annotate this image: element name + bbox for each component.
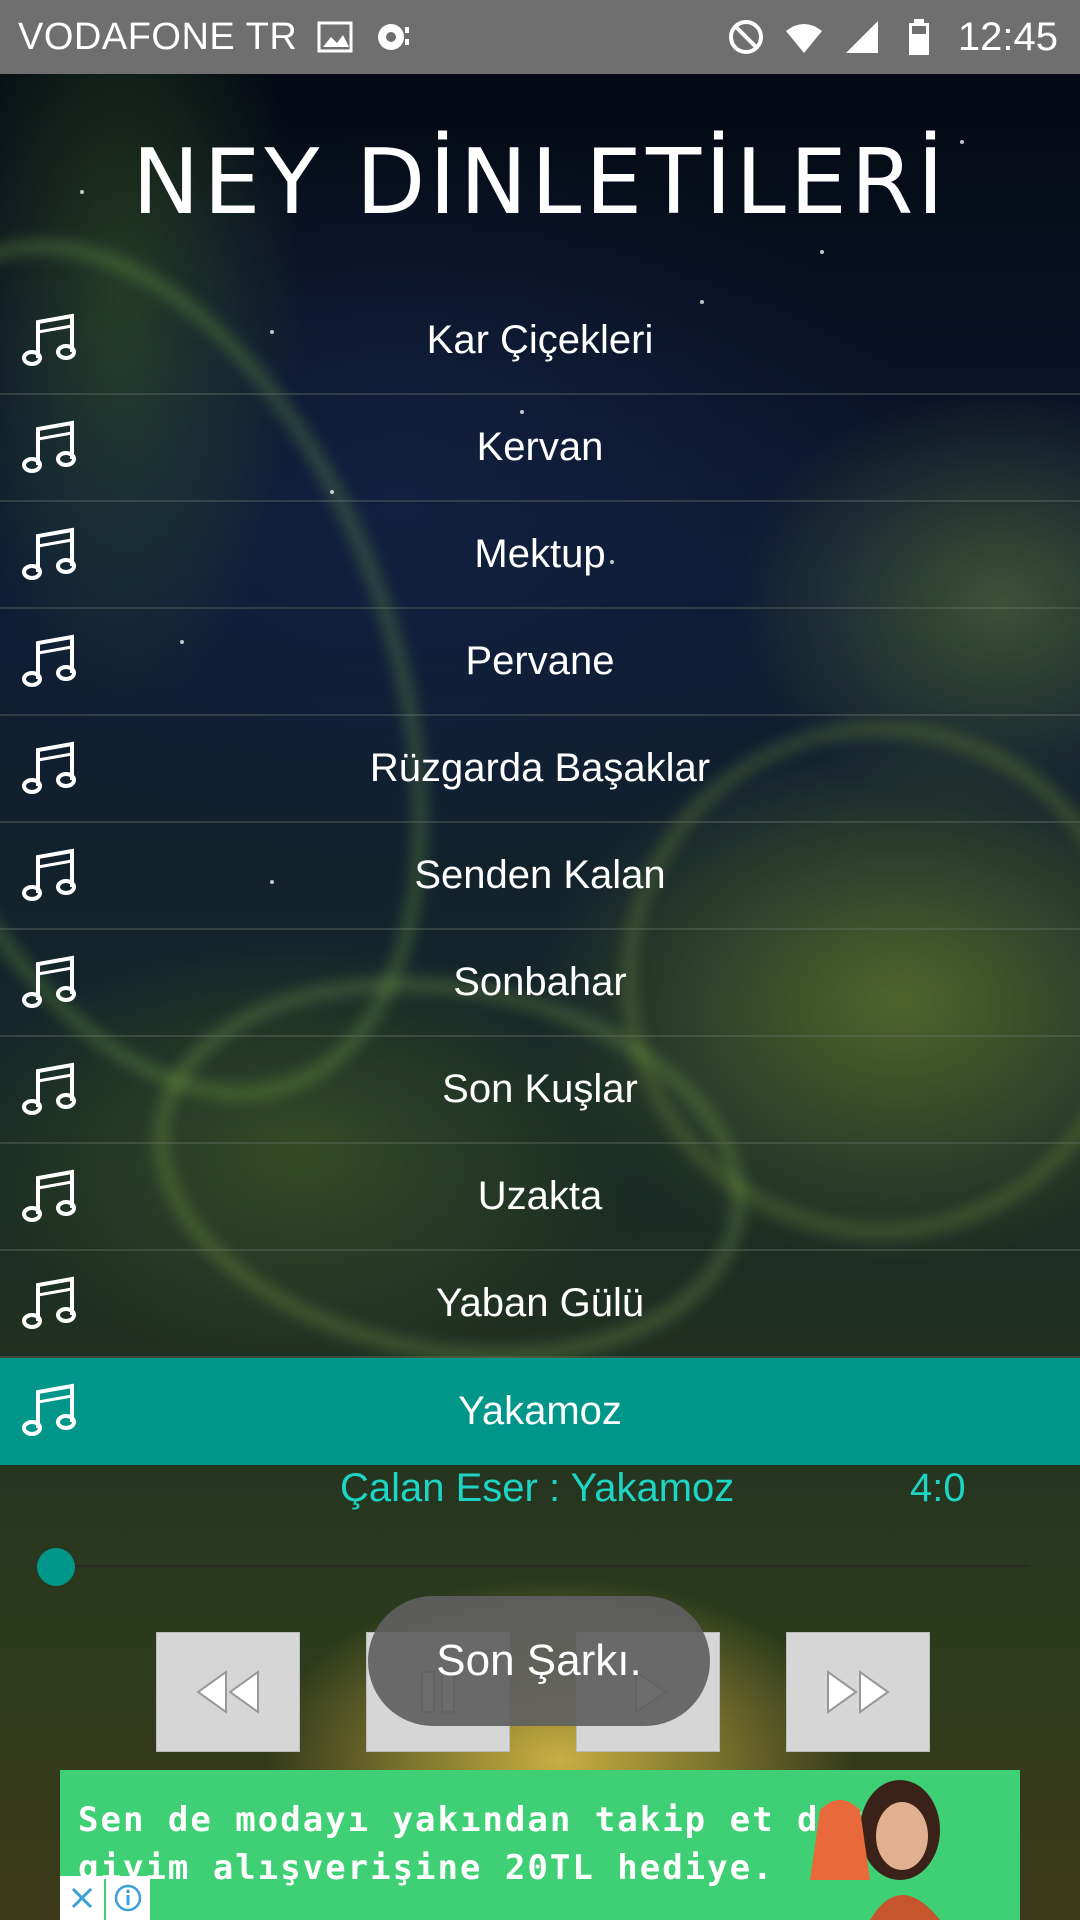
track-list-item[interactable]: Kar Çiçekleri	[0, 288, 1080, 395]
track-list-item[interactable]: Pervane	[0, 609, 1080, 716]
track-label: Uzakta	[477, 1174, 603, 1218]
track-list-item[interactable]: Senden Kalan	[0, 823, 1080, 930]
track-list-item[interactable]: Son Kuşlar	[0, 1037, 1080, 1144]
music-note-icon	[22, 526, 78, 584]
fast-forward-icon	[827, 1670, 890, 1714]
close-icon	[71, 1887, 93, 1909]
music-note-icon	[22, 1382, 78, 1440]
ad-close-button[interactable]	[60, 1876, 104, 1920]
clock: 12:45	[957, 14, 1058, 59]
track-label: Son Kuşlar	[442, 1067, 638, 1111]
ad-text-line-2: giyim alışverişine 20TL hediye.	[78, 1848, 775, 1888]
music-note-icon	[22, 740, 78, 798]
rewind-icon	[196, 1670, 259, 1714]
track-label: Mektup	[474, 532, 606, 576]
ad-info-button[interactable]	[106, 1876, 150, 1920]
status-bar: VODAFONE TR 12:45	[0, 0, 1080, 74]
track-label: Yaban Gülü	[435, 1281, 645, 1325]
track-list-item[interactable]: Kervan	[0, 395, 1080, 502]
carrier-label: VODAFONE TR	[18, 15, 298, 58]
track-list-item[interactable]: Yakamoz	[0, 1358, 1080, 1465]
track-label: Sonbahar	[453, 960, 627, 1004]
track-list-item[interactable]: Mektup	[0, 502, 1080, 609]
music-note-icon	[22, 633, 78, 691]
battery-icon	[900, 17, 940, 57]
track-list-item[interactable]: Rüzgarda Başaklar	[0, 716, 1080, 823]
now-playing-label: Çalan Eser : Yakamoz	[340, 1466, 735, 1510]
image-icon	[315, 17, 355, 57]
ad-banner[interactable]: Sen de modayı yakından takip et diye giy…	[60, 1770, 1020, 1920]
track-label: Kar Çiçekleri	[426, 318, 654, 362]
track-label: Kervan	[476, 425, 604, 469]
track-label: Yakamoz	[458, 1389, 622, 1433]
ad-model-image	[810, 1780, 940, 1920]
music-note-icon	[22, 1275, 78, 1333]
track-list-item[interactable]: Yaban Gülü	[0, 1251, 1080, 1358]
track-list-item[interactable]: Sonbahar	[0, 930, 1080, 1037]
ad-text-line-1: Sen de modayı yakından takip et diye	[78, 1800, 887, 1840]
track-list-item[interactable]: Uzakta	[0, 1144, 1080, 1251]
signal-icon	[842, 17, 882, 57]
app-root: VODAFONE TR 12:45 NEY DİNLETİLERİ Kar Çi…	[0, 0, 1080, 1920]
toast-message: Son Şarkı.	[368, 1596, 710, 1726]
do-not-disturb-icon	[726, 17, 766, 57]
wifi-icon	[784, 17, 824, 57]
music-note-icon	[22, 847, 78, 905]
track-label: Pervane	[465, 639, 615, 683]
music-note-icon	[22, 1168, 78, 1226]
music-note-icon	[22, 419, 78, 477]
track-list: Kar Çiçekleri Kervan Mektup Pervane Rüzgarda…	[0, 288, 1080, 1465]
track-label: Rüzgarda Başaklar	[369, 746, 711, 790]
music-note-icon	[22, 954, 78, 1012]
track-label: Senden Kalan	[414, 853, 666, 897]
track-duration: 4:0	[910, 1466, 966, 1510]
page-title: NEY DİNLETİLERİ	[132, 130, 948, 235]
seek-bar[interactable]	[56, 1565, 1030, 1567]
music-note-icon	[22, 1061, 78, 1119]
cast-icon	[373, 17, 413, 57]
seek-bar-thumb[interactable]	[37, 1548, 75, 1586]
rewind-button[interactable]	[156, 1632, 300, 1752]
music-note-icon	[22, 312, 78, 370]
info-icon	[114, 1884, 142, 1912]
fast-forward-button[interactable]	[786, 1632, 930, 1752]
